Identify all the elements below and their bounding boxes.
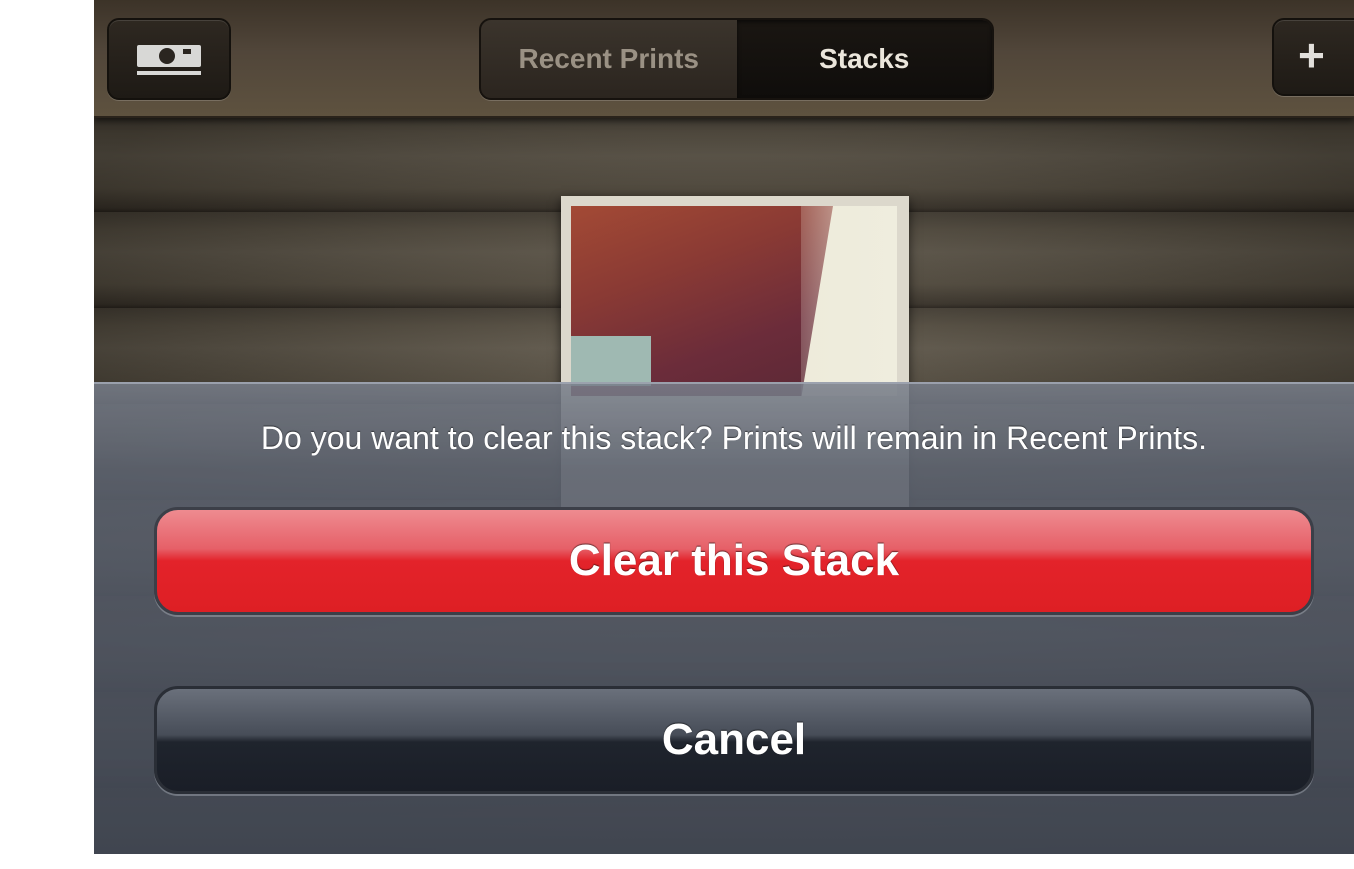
- add-button[interactable]: +: [1272, 18, 1354, 96]
- camera-button[interactable]: [107, 18, 231, 100]
- top-navigation-bar: Recent Prints Stacks +: [94, 0, 1354, 118]
- app-screen: Recent Prints Stacks + Do you want to cl…: [94, 0, 1354, 854]
- camera-icon: [137, 41, 201, 77]
- clear-stack-button[interactable]: Clear this Stack: [154, 507, 1314, 615]
- cancel-button[interactable]: Cancel: [154, 686, 1314, 794]
- action-sheet-message: Do you want to clear this stack? Prints …: [260, 420, 1208, 456]
- tab-recent-prints[interactable]: Recent Prints: [481, 20, 737, 98]
- tab-stacks[interactable]: Stacks: [736, 20, 992, 98]
- action-sheet: Do you want to clear this stack? Prints …: [94, 382, 1354, 854]
- print-photo: [571, 206, 897, 396]
- view-segmented-control: Recent Prints Stacks: [479, 18, 994, 100]
- plus-icon: +: [1298, 29, 1325, 81]
